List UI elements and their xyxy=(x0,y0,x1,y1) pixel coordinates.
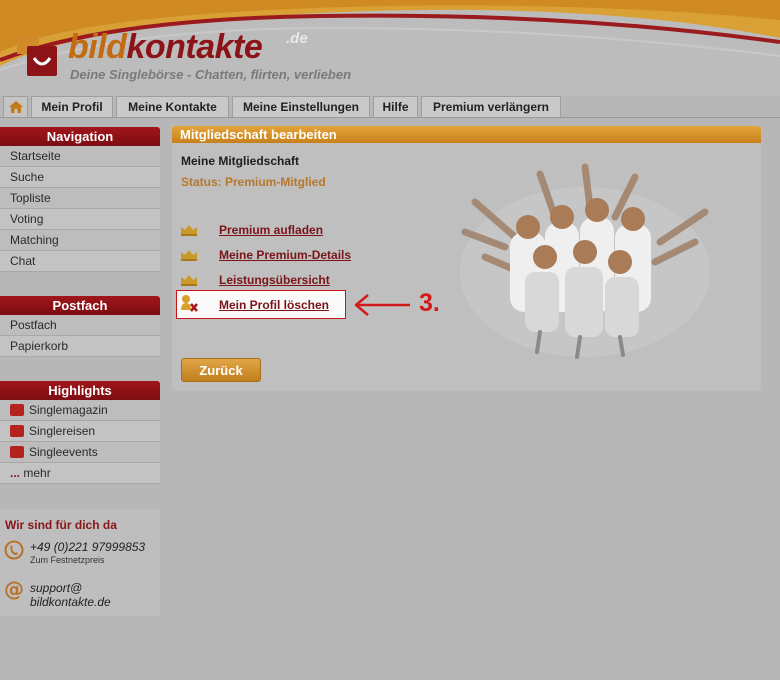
magazine-icon xyxy=(10,404,24,416)
sidebar-item-matching[interactable]: Matching xyxy=(0,230,160,251)
sidebar-item-singlereisen[interactable]: Singlereisen xyxy=(0,421,160,442)
main-tabs: Mein Profil Meine Kontakte Meine Einstel… xyxy=(0,96,780,118)
tab-meine-einstellungen[interactable]: Meine Einstellungen xyxy=(232,96,370,117)
contact-email-line2[interactable]: bildkontakte.de xyxy=(30,595,111,609)
contact-phone-note: Zum Festnetzpreis xyxy=(30,555,105,565)
crown-icon xyxy=(181,275,197,286)
annotation-arrow-icon xyxy=(354,294,410,316)
contact-title: Wir sind für dich da xyxy=(5,518,117,532)
sidebar-item-singleevents-label: Singleevents xyxy=(29,445,98,459)
sidebar-postfach-title: Postfach xyxy=(0,296,160,315)
logo-text[interactable]: bildkontakte xyxy=(68,28,263,67)
sidebar-item-startseite[interactable]: Startseite xyxy=(0,146,160,167)
panel-title: Mitgliedschaft bearbeiten xyxy=(172,126,761,143)
membership-status: Status: Premium-Mitglied xyxy=(181,175,326,189)
contact-email-line1[interactable]: support@ xyxy=(30,581,82,595)
home-icon xyxy=(8,101,23,113)
back-button[interactable]: Zurück xyxy=(181,358,261,382)
svg-text:@: @ xyxy=(4,580,24,600)
sidebar-highlights: Highlights Singlemagazin Singlereisen Si… xyxy=(0,381,160,484)
sidebar-item-papierkorb[interactable]: Papierkorb xyxy=(0,336,160,357)
annotation-step-number: 3. xyxy=(419,289,440,317)
sidebar-navigation-title: Navigation xyxy=(0,127,160,146)
link-leistungsuebersicht[interactable]: Leistungsübersicht xyxy=(219,273,330,287)
logo-text-part1: bild xyxy=(68,28,127,66)
sidebar-navigation: Navigation Startseite Suche Topliste Vot… xyxy=(0,127,160,272)
sidebar-postfach: Postfach Postfach Papierkorb xyxy=(0,296,160,357)
at-sign-icon: @ xyxy=(4,577,24,606)
sidebar-item-singleevents[interactable]: Singleevents xyxy=(0,442,160,463)
logo-slogan: Deine Singlebörse - Chatten, flirten, ve… xyxy=(70,67,352,82)
logo-tld: .de xyxy=(286,30,308,47)
travel-icon xyxy=(10,425,24,437)
more-dots: ... xyxy=(10,466,21,480)
sidebar-item-suche[interactable]: Suche xyxy=(0,167,160,188)
sidebar-item-voting[interactable]: Voting xyxy=(0,209,160,230)
tab-premium-verlaengern[interactable]: Premium verlängern xyxy=(421,96,561,117)
contact-box: Wir sind für dich da +49 (0)221 97999853… xyxy=(0,509,160,616)
link-premium-details[interactable]: Meine Premium-Details xyxy=(219,248,351,262)
sidebar-item-mehr[interactable]: ... mehr xyxy=(0,463,160,484)
tab-home[interactable] xyxy=(3,96,28,117)
tab-meine-kontakte[interactable]: Meine Kontakte xyxy=(116,96,229,117)
phone-icon xyxy=(4,540,24,566)
logo-icon[interactable] xyxy=(17,36,61,78)
sidebar-item-singlemagazin-label: Singlemagazin xyxy=(29,403,108,417)
logo-text-part2: kontakte xyxy=(126,28,263,66)
delete-profile-highlight[interactable]: Mein Profil löschen xyxy=(176,290,346,319)
sidebar-item-mehr-label: mehr xyxy=(23,466,51,480)
crown-icon xyxy=(181,250,197,261)
contact-phone[interactable]: +49 (0)221 97999853 xyxy=(30,540,145,554)
sidebar-highlights-title: Highlights xyxy=(0,381,160,400)
sidebar-item-singlemagazin[interactable]: Singlemagazin xyxy=(0,400,160,421)
tab-mein-profil[interactable]: Mein Profil xyxy=(31,96,113,117)
events-heart-icon xyxy=(10,446,24,458)
link-premium-aufladen[interactable]: Premium aufladen xyxy=(219,223,323,237)
tab-hilfe[interactable]: Hilfe xyxy=(373,96,418,117)
crown-icon xyxy=(181,225,197,236)
sidebar-item-chat[interactable]: Chat xyxy=(0,251,160,272)
section-title: Meine Mitgliedschaft xyxy=(181,154,300,168)
sidebar-item-topliste[interactable]: Topliste xyxy=(0,188,160,209)
delete-user-icon xyxy=(181,295,198,312)
sidebar-item-singlereisen-label: Singlereisen xyxy=(29,424,96,438)
group-people-photo xyxy=(460,163,710,359)
site-header: bildkontakte .de Deine Singlebörse - Cha… xyxy=(0,0,780,96)
link-profil-loeschen[interactable]: Mein Profil löschen xyxy=(219,298,329,312)
sidebar-item-postfach[interactable]: Postfach xyxy=(0,315,160,336)
